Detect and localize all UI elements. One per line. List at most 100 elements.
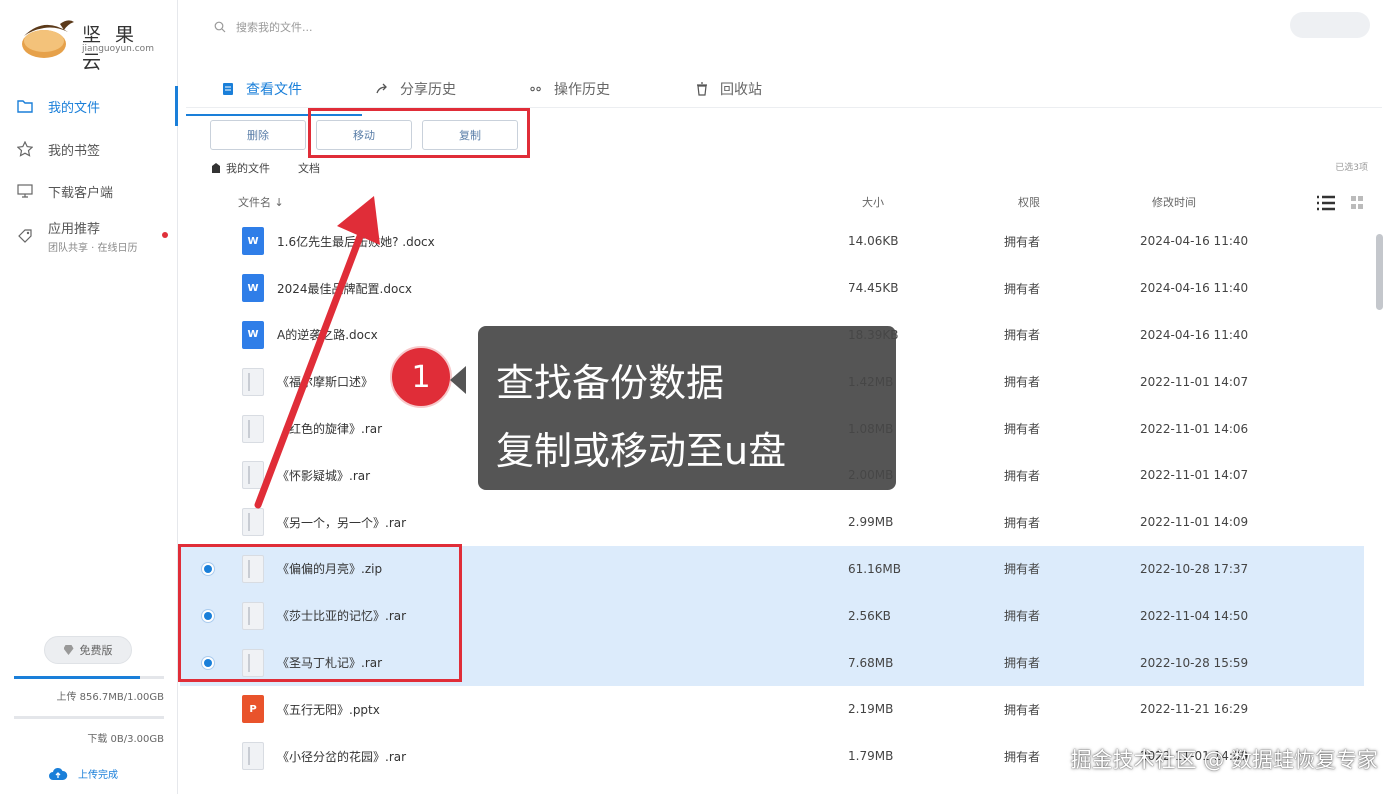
- file-name[interactable]: 《另一个，另一个》.rar: [277, 514, 406, 531]
- free-plan-button[interactable]: 免费版: [44, 636, 132, 664]
- sidebar-item-label: 我的书签: [48, 143, 101, 159]
- tag-icon: [16, 227, 34, 245]
- file-modified-time: 2022-11-01 14:07: [1140, 374, 1249, 389]
- sidebar-item-my-files[interactable]: 我的文件: [0, 86, 178, 126]
- file-list: W 1.6亿先生最后击败她? .docx 14.06KB 拥有者 2024-04-16 …: [180, 218, 1364, 780]
- watermark: 掘金技术社区 @ 数据蛙恢复专家: [1070, 748, 1378, 772]
- column-header-permission[interactable]: 权限: [1018, 194, 1040, 210]
- history-icon: [530, 86, 541, 92]
- brand-domain: jianguoyun.com: [82, 44, 154, 54]
- download-quota-bar: [14, 716, 164, 719]
- user-avatar[interactable]: [1290, 12, 1370, 38]
- generic-file-icon: [242, 367, 264, 396]
- file-permission: 拥有者: [1004, 375, 1041, 390]
- file-modified-time: 2022-11-01 14:07: [1140, 468, 1249, 483]
- column-header-modified[interactable]: 修改时间: [1152, 194, 1196, 210]
- word-file-icon: W: [242, 320, 264, 349]
- trash-icon: [697, 82, 707, 96]
- sidebar-item-label: 应用推荐: [48, 222, 101, 237]
- step-number-badge: 1: [390, 346, 452, 408]
- file-size: 74.45KB: [848, 281, 899, 296]
- tab-bar: 查看文件 分享历史 操作历史 回收站: [186, 64, 1382, 116]
- tab-recycle-bin[interactable]: 回收站: [696, 74, 762, 104]
- file-name[interactable]: A的逆袭之路.docx: [277, 326, 378, 343]
- file-name[interactable]: 《福尔摩斯口述》: [277, 373, 373, 390]
- word-file-icon: W: [242, 227, 264, 256]
- search-bar[interactable]: 搜索我的文件...: [214, 16, 614, 38]
- callout-line-1: 查找备份数据: [496, 361, 725, 405]
- grid-view-icon[interactable]: [1350, 194, 1364, 212]
- brand-logo[interactable]: 坚 果 云 jianguoyun.com: [20, 14, 170, 73]
- upload-quota-fill: [14, 676, 140, 679]
- file-name[interactable]: 《怀影疑城》.rar: [277, 467, 370, 484]
- generic-file-icon: [242, 742, 264, 771]
- tab-operation-history[interactable]: 操作历史: [530, 74, 610, 104]
- file-permission: 拥有者: [1004, 609, 1041, 624]
- callout-pointer: [450, 366, 466, 394]
- home-icon: [212, 163, 220, 173]
- file-permission: 拥有者: [1004, 281, 1041, 296]
- file-row[interactable]: W 2024最佳品牌配置.docx 74.45KB 拥有者 2024-04-16 11:…: [180, 265, 1364, 312]
- tab-label: 回收站: [720, 82, 762, 98]
- powerpoint-file-icon: P: [242, 695, 264, 724]
- scrollbar-thumb[interactable]: [1376, 234, 1383, 310]
- highlight-box-selected-files: [178, 544, 462, 682]
- highlight-box-buttons: [308, 108, 530, 158]
- file-name[interactable]: 《五行无阳》.pptx: [277, 701, 380, 718]
- file-permission: 拥有者: [1004, 234, 1041, 249]
- word-file-icon: W: [242, 274, 264, 303]
- nut-logo-icon: [22, 20, 74, 58]
- file-row[interactable]: 《另一个，另一个》.rar 2.99MB 拥有者 2022-11-01 14:09: [180, 499, 1364, 546]
- generic-file-icon: [242, 461, 264, 490]
- search-input[interactable]: 搜索我的文件...: [236, 19, 313, 35]
- column-header-size[interactable]: 大小: [862, 194, 884, 210]
- file-permission: 拥有者: [1004, 422, 1041, 437]
- file-modified-time: 2022-11-21 16:29: [1140, 702, 1249, 717]
- file-name[interactable]: 2024最佳品牌配置.docx: [277, 280, 412, 297]
- file-size: 1.79MB: [848, 749, 894, 764]
- upload-status[interactable]: 上传完成: [48, 766, 118, 781]
- file-name[interactable]: 《红色的旋律》.rar: [277, 420, 382, 437]
- file-modified-time: 2024-04-16 11:40: [1140, 281, 1249, 296]
- file-row[interactable]: P 《五行无阳》.pptx 2.19MB 拥有者 2022-11-21 16:29: [180, 686, 1364, 733]
- sidebar-item-label: 我的文件: [48, 100, 101, 116]
- instruction-callout: 查找备份数据 复制或移动至u盘: [478, 326, 896, 490]
- callout-line-2: 复制或移动至u盘: [496, 429, 787, 473]
- file-name[interactable]: 1.6亿先生最后击败她? .docx: [277, 233, 435, 250]
- upload-quota-text: 上传 856.7MB/1.00GB: [56, 692, 164, 703]
- file-permission: 拥有者: [1004, 749, 1041, 764]
- file-icon: [223, 83, 233, 95]
- breadcrumb: 我的文件 文档: [212, 160, 320, 176]
- cloud-upload-icon: [49, 767, 68, 780]
- tab-label: 查看文件: [246, 82, 302, 98]
- generic-file-icon: [242, 508, 264, 537]
- file-permission: 拥有者: [1004, 515, 1041, 530]
- column-header-name[interactable]: 文件名 ↓: [238, 194, 284, 210]
- sidebar: 坚 果 云 jianguoyun.com 我的文件 我的书签 下载客户端 应用推…: [0, 0, 178, 794]
- breadcrumb-root[interactable]: 我的文件: [226, 160, 270, 176]
- sidebar-item-bookmarks[interactable]: 我的书签: [0, 129, 176, 169]
- file-name[interactable]: 《小径分岔的花园》.rar: [277, 748, 406, 765]
- file-permission: 拥有者: [1004, 656, 1041, 671]
- folder-icon: [16, 97, 34, 115]
- view-toggle: [1316, 194, 1370, 214]
- download-quota-text: 下载 0B/3.00GB: [87, 734, 164, 745]
- tab-view-files[interactable]: 查看文件: [222, 74, 302, 104]
- sidebar-item-sublabel: 团队共享 · 在线日历: [48, 243, 138, 254]
- share-icon: [376, 83, 387, 94]
- file-modified-time: 2024-04-16 11:40: [1140, 327, 1249, 342]
- file-row[interactable]: W 1.6亿先生最后击败她? .docx 14.06KB 拥有者 2024-04-16 …: [180, 218, 1364, 265]
- sidebar-item-app-recommend[interactable]: 应用推荐 团队共享 · 在线日历: [0, 214, 176, 258]
- tab-share-history[interactable]: 分享历史: [376, 74, 456, 104]
- file-size: 2.56KB: [848, 608, 891, 623]
- file-modified-time: 2022-11-01 14:06: [1140, 421, 1249, 436]
- free-plan-label: 免费版: [79, 644, 113, 657]
- sidebar-item-download-client[interactable]: 下载客户端: [0, 171, 176, 211]
- file-size: 7.68MB: [848, 655, 894, 670]
- file-size: 2.99MB: [848, 515, 894, 530]
- file-permission: 拥有者: [1004, 468, 1041, 483]
- list-view-icon[interactable]: [1316, 194, 1336, 212]
- delete-button[interactable]: 删除: [210, 120, 306, 150]
- file-modified-time: 2022-11-04 14:50: [1140, 608, 1249, 623]
- upload-status-label: 上传完成: [78, 770, 118, 781]
